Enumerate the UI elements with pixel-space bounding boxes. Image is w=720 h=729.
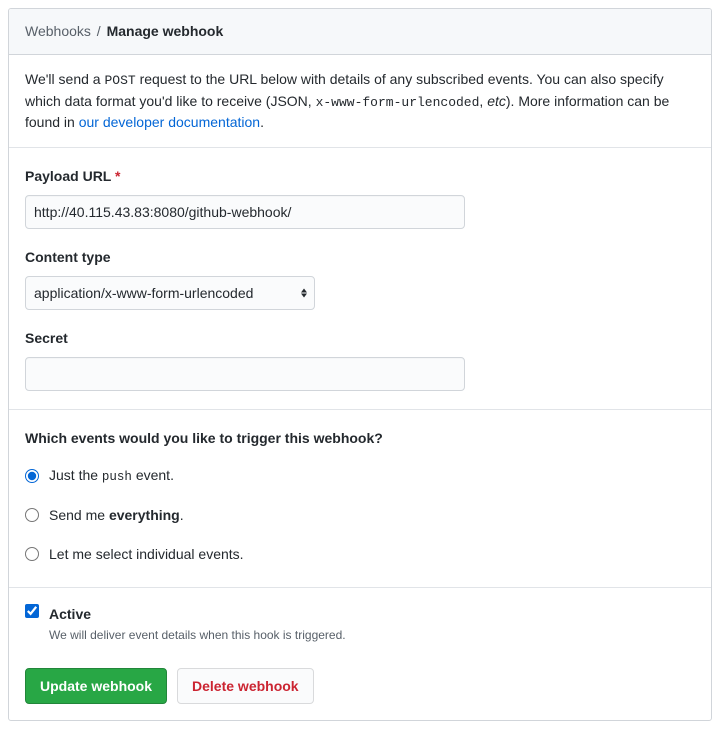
radio-option-individual: Let me select individual events.: [25, 544, 695, 565]
breadcrumb-parent[interactable]: Webhooks: [25, 23, 91, 39]
payload-url-input[interactable]: [25, 195, 465, 229]
breadcrumb: Webhooks / Manage webhook: [9, 9, 711, 55]
update-webhook-button[interactable]: Update webhook: [25, 668, 167, 704]
radio-push[interactable]: [25, 469, 39, 483]
secret-input[interactable]: [25, 357, 465, 391]
developer-docs-link[interactable]: our developer documentation: [79, 114, 260, 130]
secret-label: Secret: [25, 328, 695, 349]
webhook-description: We'll send a POST request to the URL bel…: [9, 55, 711, 148]
urlencoded-code: x-www-form-urlencoded: [316, 95, 480, 110]
breadcrumb-separator: /: [97, 23, 101, 39]
secret-group: Secret: [25, 328, 695, 391]
post-code: POST: [104, 73, 135, 88]
active-label[interactable]: Active: [49, 604, 346, 625]
radio-individual[interactable]: [25, 547, 39, 561]
content-type-label: Content type: [25, 247, 695, 268]
content-type-group: Content type application/x-www-form-urle…: [25, 247, 695, 310]
radio-everything-label[interactable]: Send me everything.: [49, 505, 184, 526]
breadcrumb-current: Manage webhook: [107, 23, 224, 39]
delete-webhook-button[interactable]: Delete webhook: [177, 668, 314, 704]
radio-option-everything: Send me everything.: [25, 505, 695, 526]
events-section: Which events would you like to trigger t…: [9, 410, 711, 588]
active-description: We will deliver event details when this …: [49, 626, 346, 644]
payload-url-group: Payload URL *: [25, 166, 695, 229]
required-asterisk: *: [115, 168, 120, 184]
radio-everything[interactable]: [25, 508, 39, 522]
events-heading: Which events would you like to trigger t…: [25, 428, 695, 449]
webhook-form: Payload URL * Content type application/x…: [9, 148, 711, 410]
radio-option-push: Just the push event.: [25, 465, 695, 487]
content-type-select[interactable]: application/x-www-form-urlencoded: [25, 276, 315, 310]
active-checkbox[interactable]: [25, 604, 39, 618]
active-section: Active We will deliver event details whe…: [9, 588, 711, 652]
radio-push-label[interactable]: Just the push event.: [49, 465, 174, 487]
actions-row: Update webhook Delete webhook: [9, 652, 711, 720]
radio-individual-label[interactable]: Let me select individual events.: [49, 544, 244, 565]
payload-url-label: Payload URL *: [25, 166, 695, 187]
webhook-manage-panel: Webhooks / Manage webhook We'll send a P…: [8, 8, 712, 721]
